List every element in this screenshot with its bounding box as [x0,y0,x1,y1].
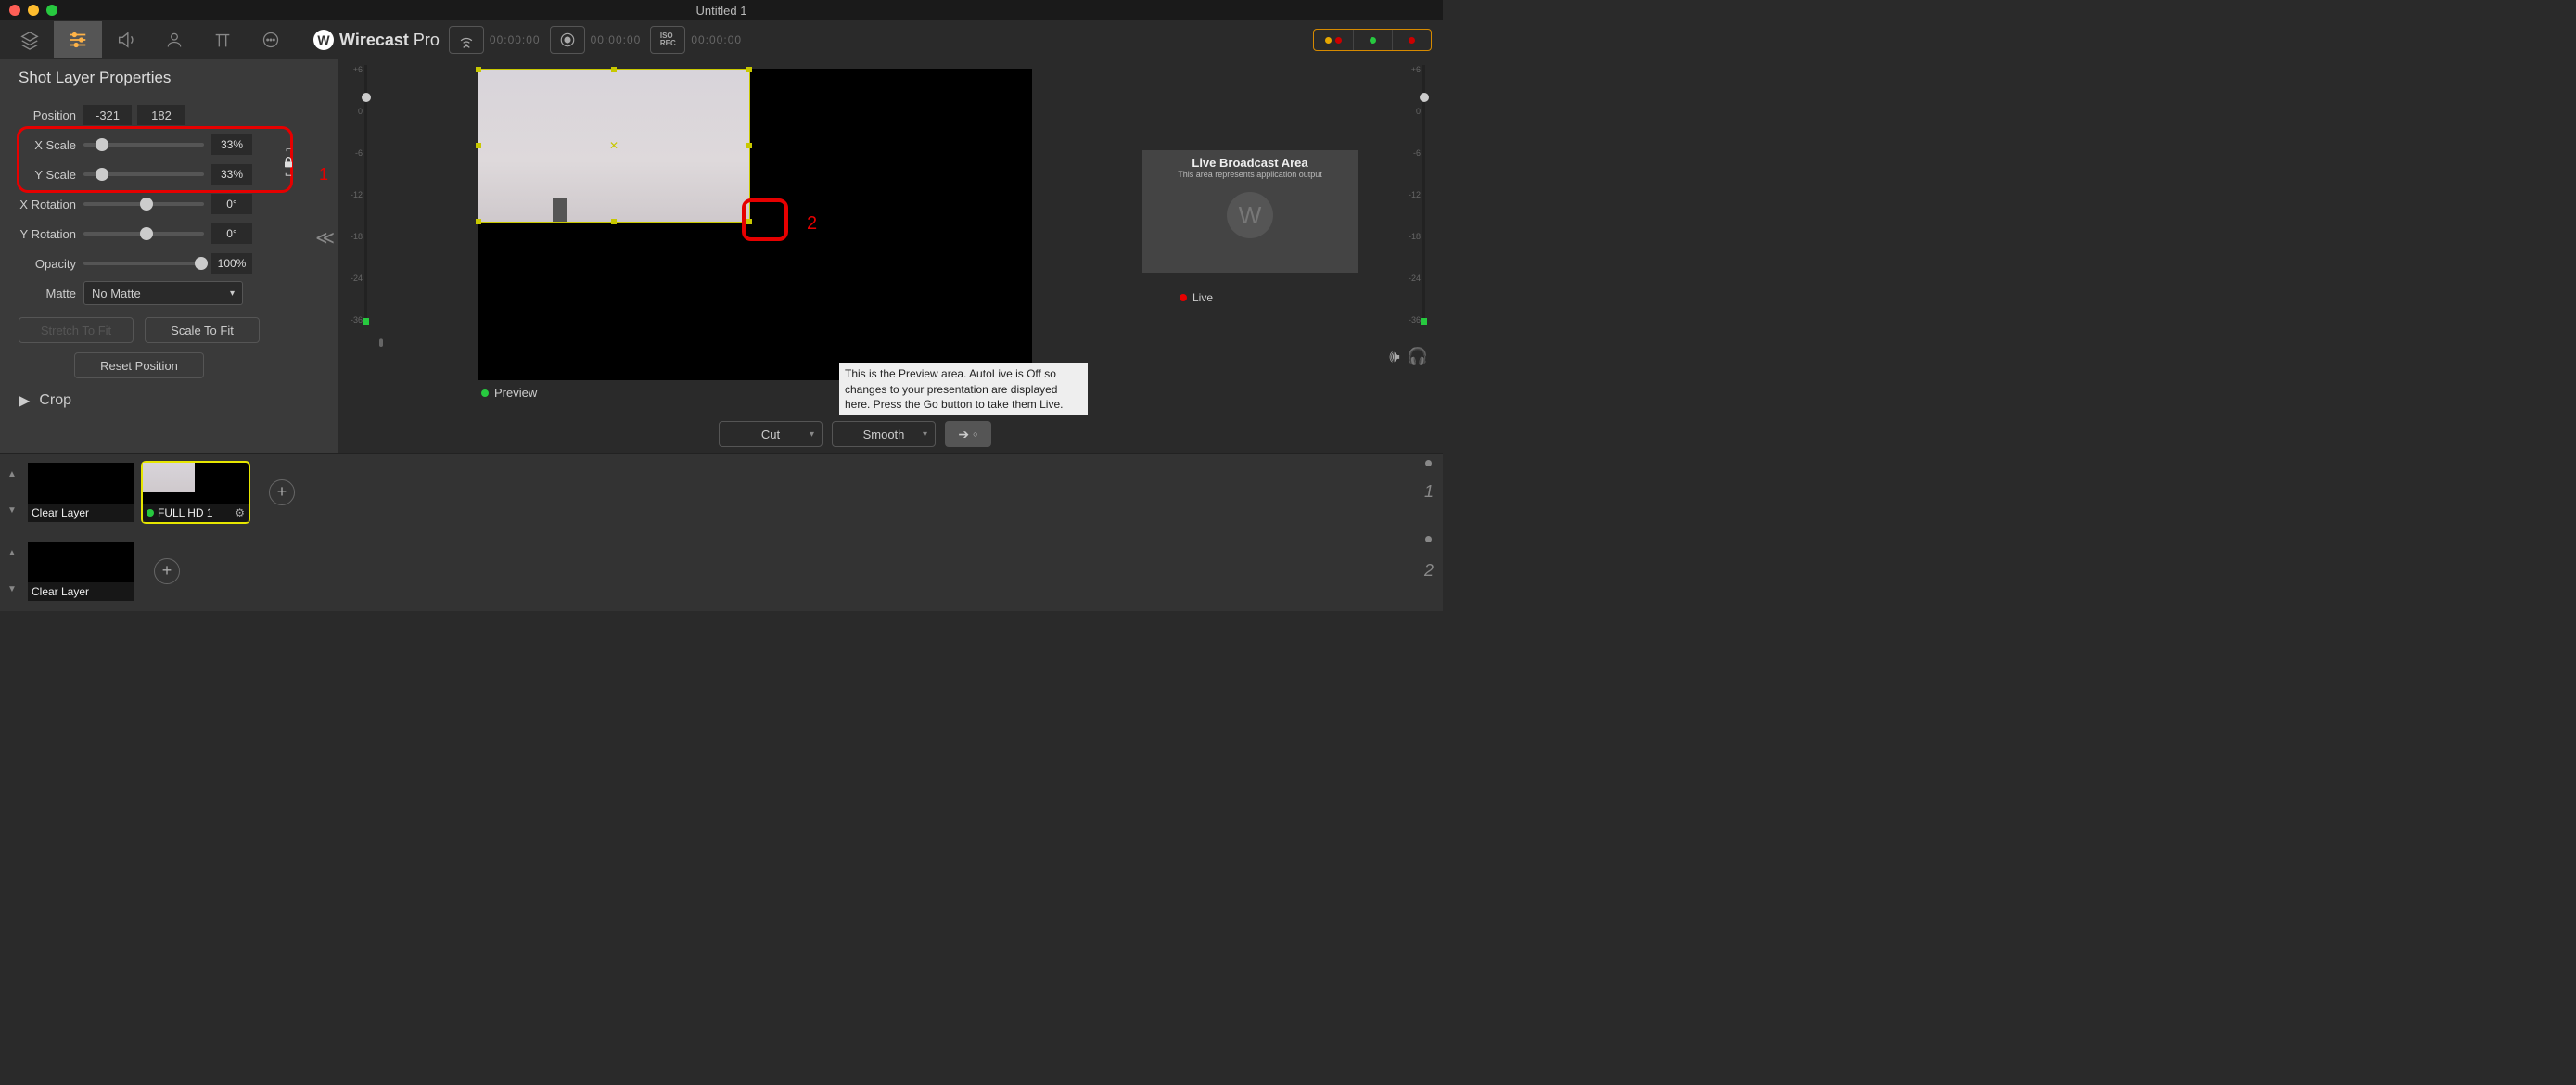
preview-tooltip: This is the Preview area. AutoLive is Of… [839,363,1088,415]
toolbar: W Wirecast Pro 00:00:00 00:00:00 ISOREC … [0,20,1443,59]
record-timecode: 00:00:00 [591,33,642,46]
lock-icon [281,155,296,170]
tab-properties-icon[interactable] [54,21,102,58]
page-indicator-dot [1425,460,1432,466]
x-rotation-slider[interactable] [83,202,204,206]
layer-index-2: 2 [1424,561,1434,581]
position-y-input[interactable] [137,105,185,125]
x-rotation-value[interactable]: 0° [211,194,252,214]
status-seg-1[interactable] [1314,30,1353,50]
row-up-icon[interactable]: ▲ [7,469,17,479]
reset-position-button[interactable]: Reset Position [74,352,204,378]
live-label: Live [1180,291,1213,304]
titlebar: Untitled 1 [0,0,1443,20]
layer-index-1: 1 [1424,482,1434,502]
tab-person-icon[interactable] [150,21,198,58]
row-down-icon[interactable]: ▼ [7,505,17,516]
transition-smooth-select[interactable]: Smooth▾ [832,421,936,447]
window-title: Untitled 1 [696,4,747,18]
annotation-2: 2 [807,213,817,235]
annotation-box-1 [17,126,293,193]
stretch-to-fit-button[interactable]: Stretch To Fit [19,317,134,343]
arrow-right-icon: ➔ [958,427,969,442]
go-button[interactable]: ➔○ [945,421,991,447]
tab-layers-icon[interactable] [6,21,54,58]
shot-fullhd1[interactable]: FULL HD 1⚙ [143,463,249,522]
shot-clear-layer-1[interactable]: Clear Layer [28,463,134,522]
shot-layers: ▲ ▼ Clear Layer FULL HD 1⚙ + 1 ▲ ▼ Clear L… [0,453,1443,611]
preview-fader[interactable] [364,65,367,325]
chevron-down-icon: ▾ [230,288,235,299]
row-up-icon[interactable]: ▲ [7,548,17,558]
layer-row-2: ▲ ▼ Clear Layer + 2 [0,530,1443,611]
live-audio-meter: +6 0 -6 -12 -18 -24 -36 [1402,65,1437,325]
opacity-label: Opacity [19,257,83,271]
x-rotation-label: X Rotation [19,198,83,211]
brand-logo-icon: W [313,30,334,50]
speaker-icon[interactable]: 🕪 [1389,347,1399,366]
matte-select[interactable]: No Matte ▾ [83,281,243,305]
minimize-window[interactable] [28,5,39,16]
scale-to-fit-button[interactable]: Scale To Fit [145,317,260,343]
annotation-box-2 [742,198,788,241]
y-rotation-label: Y Rotation [19,227,83,241]
row-down-icon[interactable]: ▼ [7,584,17,594]
status-seg-3[interactable] [1392,30,1431,50]
status-lights [1313,29,1432,51]
layer-row-1: ▲ ▼ Clear Layer FULL HD 1⚙ + 1 [0,453,1443,530]
gear-icon[interactable]: ⚙ [235,506,245,519]
position-x-input[interactable] [83,105,132,125]
live-fader[interactable] [1422,65,1425,325]
matte-label: Matte [19,287,83,300]
status-seg-2[interactable] [1353,30,1392,50]
opacity-value[interactable]: 100% [211,253,252,274]
opacity-slider[interactable] [83,262,204,265]
crop-section-toggle[interactable]: ▶ Crop [19,391,338,410]
live-broadcast-placeholder: Live Broadcast Area This area represents… [1142,150,1358,273]
stream-button[interactable] [449,26,484,54]
add-shot-button-2[interactable]: + [154,558,180,584]
shot-clear-layer-2[interactable]: Clear Layer [28,542,134,601]
iso-timecode: 00:00:00 [691,33,742,46]
tab-more-icon[interactable] [247,21,295,58]
preview-label: Preview [481,386,537,400]
panel-title: Shot Layer Properties [19,69,338,87]
position-label: Position [19,108,83,122]
add-shot-button-1[interactable]: + [269,479,295,505]
iso-record-button[interactable]: ISOREC [650,26,685,54]
window-controls [0,5,57,16]
tab-text-icon[interactable] [198,21,247,58]
play-icon: ▶ [19,391,30,410]
record-button[interactable] [550,26,585,54]
selected-source[interactable]: ✕ [478,69,750,223]
y-rotation-value[interactable]: 0° [211,223,252,244]
transition-cut-select[interactable]: Cut▾ [719,421,823,447]
brand-name: Wirecast [339,31,409,49]
headphones-icon[interactable]: 🎧 [1408,347,1428,366]
annotation-1: 1 [319,165,328,185]
tab-audio-icon[interactable] [102,21,150,58]
page-indicator-dot [1425,536,1432,542]
x-scale-slider[interactable] [83,143,204,147]
collapse-panel-icon[interactable]: ≪ [315,226,335,249]
y-scale-slider[interactable] [83,172,204,176]
maximize-window[interactable] [46,5,57,16]
scale-lock[interactable]: ⌐ ⌙ [277,145,300,180]
viewer-area: +6 0 -6 -12 -18 -24 -36 +6 0 -6 -12 -18 … [338,59,1443,453]
properties-panel: Shot Layer Properties Position X Scale 3… [0,59,338,453]
preview-audio-meter: +6 0 -6 -12 -18 -24 -36 [344,65,379,325]
y-rotation-slider[interactable] [83,232,204,236]
brand: W Wirecast Pro [313,30,440,50]
mic-icon[interactable] [374,338,389,352]
stream-timecode: 00:00:00 [490,33,541,46]
close-window[interactable] [9,5,20,16]
wirecast-watermark-icon: W [1227,192,1273,238]
